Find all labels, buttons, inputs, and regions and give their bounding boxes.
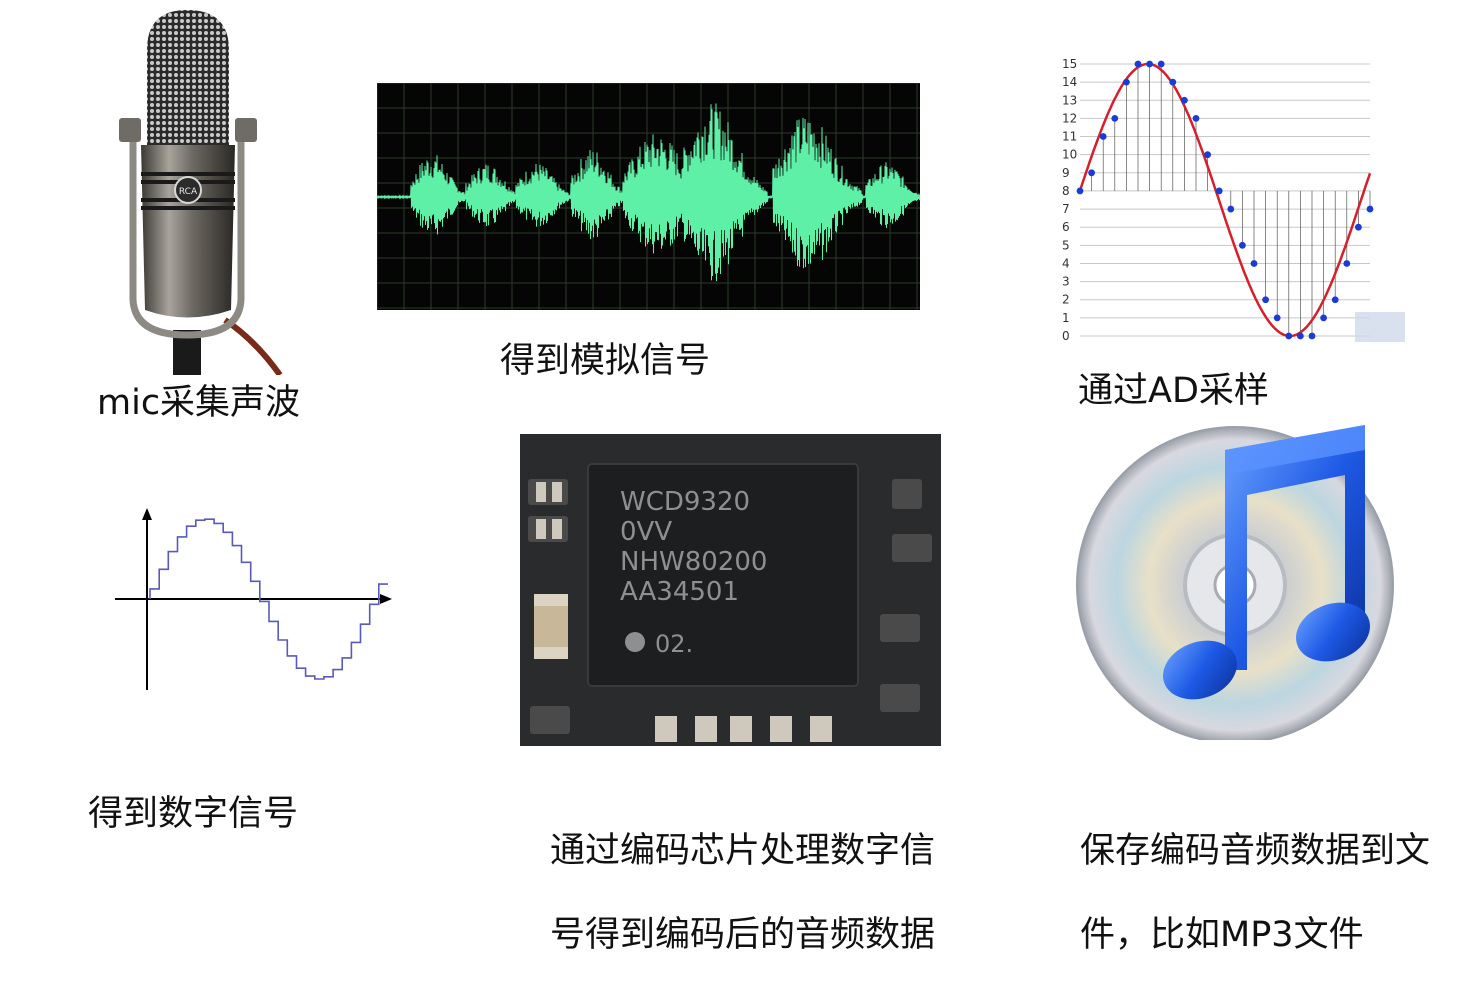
sample-point (1250, 260, 1258, 267)
sample-point (1192, 115, 1200, 122)
sample-point (1099, 133, 1107, 140)
sample-point (1343, 260, 1351, 267)
sampling-chart-panel: 15 14 13 12 11 10 9 8 7 6 5 4 3 2 1 0 (1040, 50, 1410, 350)
y-tick-label: 0 (1062, 329, 1070, 343)
y-tick-label: 13 (1062, 93, 1077, 107)
y-tick-label: 9 (1062, 166, 1070, 180)
chip-marking-line-3: NHW80200 (620, 547, 767, 577)
sample-point (1331, 296, 1339, 304)
sample-point (1146, 60, 1153, 68)
chip-marking-line-1: WCD9320 (620, 487, 750, 517)
sample-point (1169, 78, 1177, 86)
sample-point (1088, 169, 1095, 177)
sample-point (1297, 332, 1304, 340)
y-tick-label: 1 (1062, 311, 1070, 325)
caption-codec-line-2: 号得到编码后的音频数据 (550, 915, 936, 955)
y-tick-label: 10 (1062, 148, 1077, 162)
caption-codec-line-1: 通过编码芯片处理数字信 (550, 831, 936, 871)
caption-save-line-1: 保存编码音频数据到文 (1080, 831, 1431, 871)
music-cd-panel (1075, 420, 1405, 744)
music-cd-icon (1076, 425, 1394, 744)
microphone-panel: RCA (95, 0, 295, 377)
caption-save-line-2: 件，比如MP3文件 (1080, 915, 1364, 955)
y-tick-label: 5 (1062, 238, 1070, 252)
chip-marking-line-2: 0VV (620, 517, 672, 547)
y-tick-label: 12 (1062, 111, 1077, 125)
sample-point (1239, 241, 1246, 249)
chip-marking-line-4: AA34501 (620, 577, 739, 607)
sampling-chart: 1514131211109876543210 (1062, 57, 1405, 343)
caption-save: 保存编码音频数据到文 件，比如MP3文件 (1080, 788, 1430, 998)
rca-badge: RCA (179, 187, 198, 197)
y-tick-label: 15 (1062, 57, 1077, 71)
caption-analog: 得到模拟信号 (500, 341, 711, 381)
watermark-logo (1355, 312, 1405, 342)
sample-point (1320, 314, 1327, 322)
sample-point (1204, 151, 1211, 159)
y-tick-label: 3 (1062, 275, 1070, 289)
y-tick-label: 6 (1062, 220, 1070, 234)
sample-point (1366, 205, 1374, 213)
sample-point (1215, 187, 1223, 195)
codec-chip-photo: WCD9320 0VV NHW80200 AA34501 02. (520, 434, 941, 746)
caption-codec: 通过编码芯片处理数字信 号得到编码后的音频数据 (550, 788, 935, 998)
analog-waveform (376, 82, 921, 310)
microphone-icon: RCA (119, 10, 283, 377)
sample-point (1227, 205, 1235, 213)
y-tick-label: 8 (1062, 184, 1070, 198)
y-tick-label: 11 (1062, 130, 1077, 144)
codec-chip-panel: WCD9320 0VV NHW80200 AA34501 02. (520, 434, 941, 746)
chip-mark: 02. (655, 630, 693, 658)
caption-sampling: 通过AD采样 (1078, 371, 1269, 411)
sample-point (1285, 332, 1293, 340)
caption-mic: mic采集声波 (97, 383, 301, 423)
sample-point (1157, 60, 1165, 68)
sample-point (1181, 96, 1188, 104)
caption-digital: 得到数字信号 (88, 794, 299, 834)
digital-signal-panel (110, 480, 400, 715)
sample-point (1111, 115, 1119, 122)
analog-wave-panel (376, 82, 921, 310)
digital-step-signal (115, 508, 392, 690)
sample-point (1273, 314, 1281, 322)
sample-point (1134, 60, 1142, 68)
sample-point (1123, 78, 1130, 86)
sample-point (1308, 332, 1316, 340)
y-tick-label: 14 (1062, 75, 1077, 89)
sample-point (1355, 223, 1362, 231)
y-tick-label: 2 (1062, 293, 1070, 307)
y-tick-label: 4 (1062, 256, 1070, 270)
y-tick-label: 7 (1062, 202, 1070, 216)
sample-point (1262, 296, 1269, 304)
sample-point (1076, 187, 1084, 195)
